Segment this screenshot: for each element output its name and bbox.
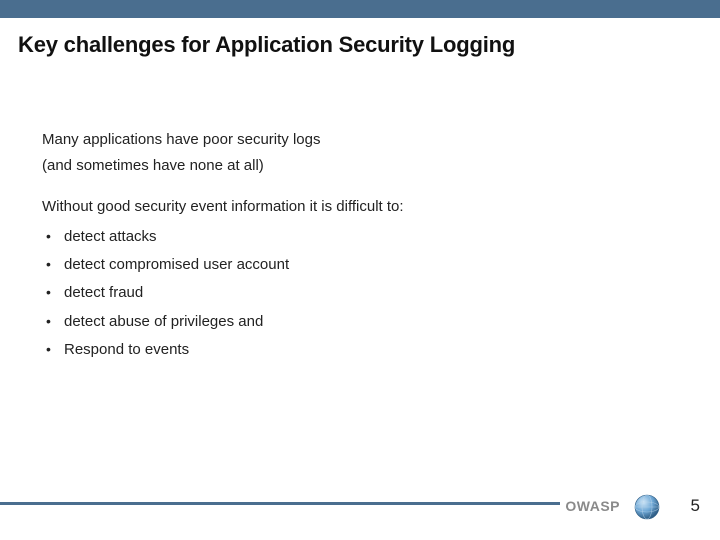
list-item: detect fraud — [42, 279, 680, 307]
top-accent-bar — [0, 0, 720, 18]
content-block: Many applications have poor security log… — [42, 130, 680, 364]
lead-in: Without good security event information … — [42, 197, 680, 217]
footer-accent-line — [0, 502, 560, 505]
brand-label: OWASP — [565, 498, 620, 514]
page-number: 5 — [691, 496, 700, 516]
list-item: detect compromised user account — [42, 251, 680, 279]
globe-icon — [634, 494, 660, 520]
paragraph-2: (and sometimes have none at all) — [42, 156, 680, 176]
list-item: detect abuse of privileges and — [42, 308, 680, 336]
slide-title: Key challenges for Application Security … — [18, 32, 702, 58]
list-item: Respond to events — [42, 336, 680, 364]
paragraph-1: Many applications have poor security log… — [42, 130, 680, 150]
bullet-list: detect attacks detect compromised user a… — [42, 223, 680, 364]
list-item: detect attacks — [42, 223, 680, 251]
